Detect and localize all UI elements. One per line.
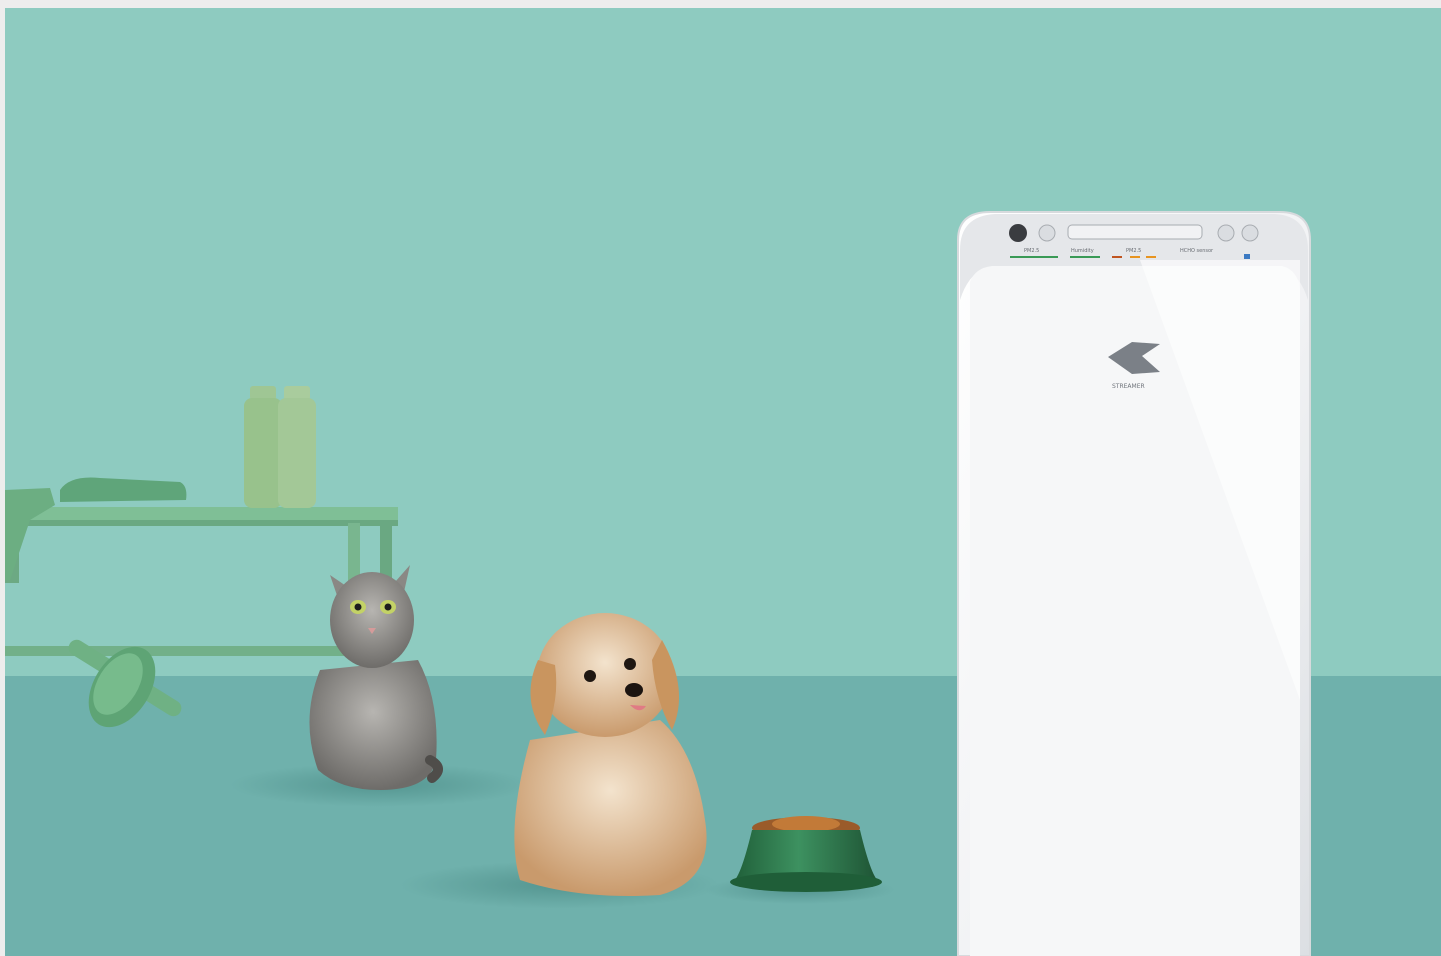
panel-label-humidity: Humidity bbox=[1071, 248, 1094, 254]
panel-label-hcho: HCHO sensor bbox=[1180, 248, 1214, 254]
cat bbox=[309, 565, 443, 790]
dog bbox=[514, 613, 707, 896]
food-bowl bbox=[730, 816, 882, 892]
panel-label-pm25: PM2.5 bbox=[1024, 248, 1039, 254]
panel-label-pm: PM2.5 bbox=[1126, 248, 1141, 254]
air-purifier: PM2.5 Humidity PM2.5 HCHO sensor STREAME… bbox=[957, 211, 1311, 956]
mode-button-icon[interactable] bbox=[1038, 224, 1056, 242]
brand-text: STREAMER bbox=[1112, 383, 1145, 390]
power-button-icon[interactable] bbox=[1009, 224, 1027, 242]
scene-illustration: PM2.5 Humidity PM2.5 HCHO sensor STREAME… bbox=[5, 211, 1311, 956]
photo-scene: PM2.5 Humidity PM2.5 HCHO sensor STREAME… bbox=[0, 0, 1441, 956]
display-window bbox=[1067, 224, 1203, 240]
green-bottles bbox=[244, 386, 316, 508]
folded-towel bbox=[5, 477, 187, 580]
